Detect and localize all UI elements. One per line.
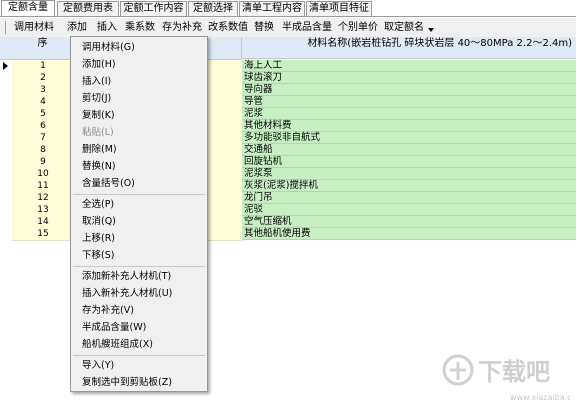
row-material-name[interactable]: 海上人工	[242, 60, 576, 72]
menu-item[interactable]: 替换(N)	[82, 159, 116, 175]
menu-item[interactable]: 船机艘班组成(X)	[82, 337, 153, 353]
tab-bill-item-features[interactable]: 清单项目特征	[306, 1, 372, 16]
change-coefficient-button[interactable]: 改系数值	[206, 18, 250, 37]
menu-item[interactable]: 存为补充(V)	[82, 303, 134, 319]
toolbar-overflow-icon[interactable]	[428, 28, 434, 32]
menu-item[interactable]: 插入新补充人材机(U)	[82, 286, 172, 302]
menu-item[interactable]: 含量括号(O)	[82, 176, 135, 192]
get-quota-name-button[interactable]: 取定额名	[382, 18, 426, 37]
current-row-icon	[3, 62, 8, 70]
menu-item[interactable]: 复制(K)	[82, 108, 115, 124]
menu-separator	[73, 355, 205, 356]
toolbar: 调用材料 添加 插入 乘系数 存为补充 改系数值 替换 半成品含量 个别单价 取…	[0, 18, 576, 37]
menu-item[interactable]: 复制选中到剪贴板(Z)	[82, 375, 172, 391]
header-seq[interactable]: 序	[12, 37, 74, 60]
menu-item[interactable]: 下移(S)	[82, 248, 114, 264]
menu-item[interactable]: 全选(P)	[82, 197, 114, 213]
watermark-url: www.xiazaiba.com	[510, 393, 570, 402]
row-material-name[interactable]: 泥浆	[242, 108, 576, 120]
tab-quota-work-content[interactable]: 定额工作内容	[120, 1, 187, 16]
replace-button[interactable]: 替换	[251, 18, 277, 37]
toolbar-grip	[5, 21, 6, 34]
tab-divider	[0, 16, 576, 17]
tab-bill-work-content[interactable]: 清单工程内容	[239, 1, 305, 16]
tab-quota-selection[interactable]: 定额选择	[188, 1, 238, 16]
multiply-coefficient-button[interactable]: 乘系数	[122, 18, 158, 37]
row-material-name[interactable]: 灰浆(泥浆)搅拌机	[242, 180, 576, 192]
menu-item[interactable]: 粘贴(L)	[82, 125, 114, 141]
row-seq-cell[interactable]: 15	[12, 228, 75, 241]
insert-button[interactable]: 插入	[93, 18, 121, 37]
tab-quota-cost-table[interactable]: 定额费用表	[57, 1, 119, 16]
row-material-name[interactable]: 交通船	[242, 144, 576, 156]
header-material-name[interactable]: 材料名称(嵌岩桩钻孔 碎块状岩层 40～80MPa 2.2～2.4m)	[242, 37, 576, 59]
menu-item[interactable]: 删除(M)	[82, 142, 117, 158]
menu-item[interactable]: 导入(Y)	[82, 358, 114, 374]
watermark-text: 下载吧	[478, 358, 550, 386]
row-material-name[interactable]: 泥驳	[242, 204, 576, 216]
menu-separator	[73, 194, 205, 195]
watermark-logo-icon: 下载吧 www.xiazaiba.com	[442, 354, 576, 402]
individual-price-button[interactable]: 个别单价	[336, 18, 380, 37]
row-material-name[interactable]: 泥浆泵	[242, 168, 576, 180]
call-material-button[interactable]: 调用材料	[8, 18, 60, 37]
menu-item[interactable]: 取消(Q)	[82, 214, 116, 230]
menu-item[interactable]: 添加(H)	[82, 57, 116, 73]
add-button[interactable]: 添加	[63, 18, 91, 37]
menu-item[interactable]: 调用材料(G)	[82, 40, 135, 56]
menu-item[interactable]: 插入(I)	[82, 74, 111, 90]
row-material-name[interactable]: 其他船机使用费	[242, 228, 576, 240]
row-material-name[interactable]: 多功能驳非自航式	[242, 132, 576, 144]
semi-product-content-button[interactable]: 半成品含量	[280, 18, 334, 37]
row-material-name[interactable]: 其他材料费	[242, 120, 576, 132]
row-material-name[interactable]: 回旋钻机	[242, 156, 576, 168]
row-material-name[interactable]: 空气压缩机	[242, 216, 576, 228]
row-material-name[interactable]: 球齿滚刀	[242, 72, 576, 84]
row-material-name[interactable]: 导向器	[242, 84, 576, 96]
menu-item[interactable]: 剪切(J)	[82, 91, 111, 107]
menu-separator	[73, 266, 205, 267]
context-menu: 调用材料(G) 添加(H) 插入(I) 剪切(J) 复制(K) 粘贴(L) 删除(M) 替换(…	[70, 36, 208, 392]
menu-item[interactable]: 添加新补充人材机(T)	[82, 269, 171, 285]
tab-quota-content[interactable]: 定额含量	[1, 0, 55, 17]
tab-strip: 定额含量 定额费用表 定额工作内容 定额选择 清单工程内容 清单项目特征	[0, 0, 576, 17]
menu-item[interactable]: 上移(R)	[82, 231, 115, 247]
save-as-supplement-button[interactable]: 存为补充	[160, 18, 204, 37]
menu-item[interactable]: 半成品含量(W)	[82, 320, 146, 336]
row-material-name[interactable]: 导管	[242, 96, 576, 108]
watermark-logo: 下载吧 www.xiazaiba.com	[440, 348, 576, 404]
row-material-name[interactable]: 龙门吊	[242, 192, 576, 204]
